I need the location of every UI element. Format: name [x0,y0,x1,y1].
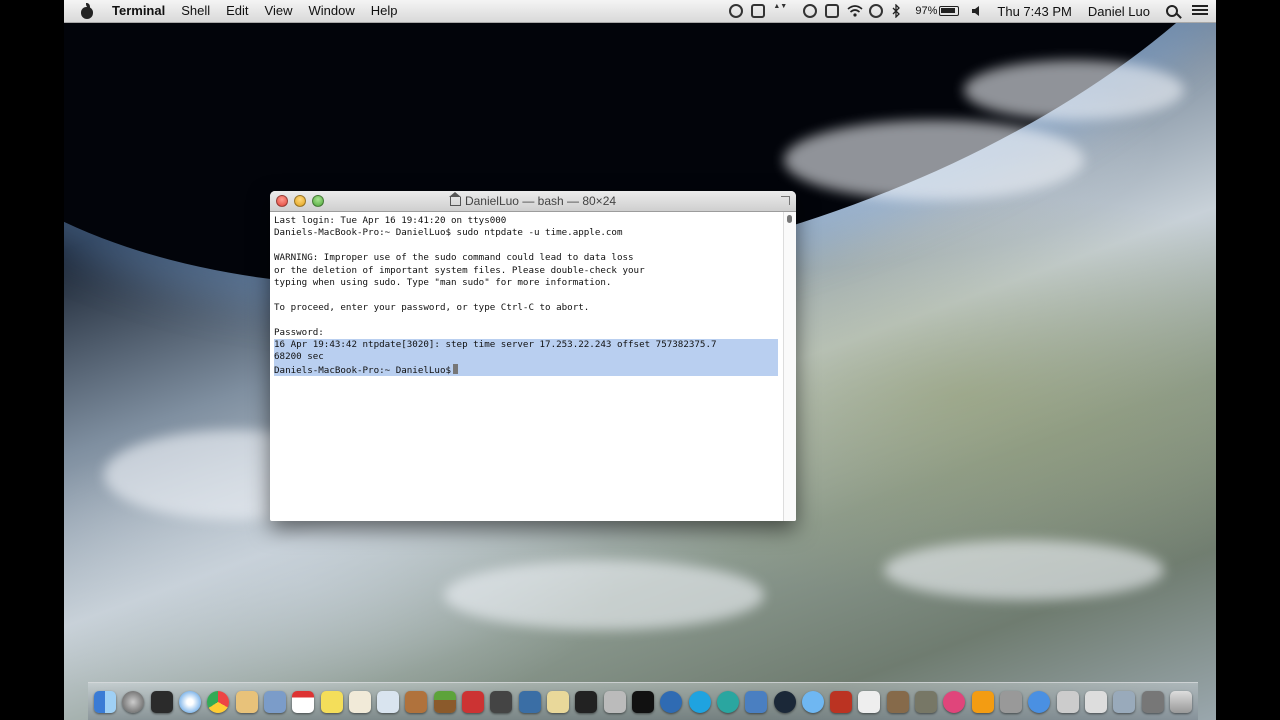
battery-percent: 97% [915,5,938,17]
disk-icon[interactable] [1056,690,1079,713]
cloud [884,540,1164,600]
wifi-icon[interactable] [847,4,863,18]
1password-icon[interactable] [803,4,818,18]
system-icon[interactable] [603,690,626,713]
textedit-icon[interactable] [348,690,371,713]
finder-icon[interactable] [94,690,116,713]
apple-menu-icon[interactable] [80,2,94,19]
launchpad-icon[interactable] [122,690,145,713]
text-cursor [453,363,459,374]
book-icon[interactable] [830,690,853,713]
battery-icon[interactable] [939,6,960,16]
record-icon[interactable] [729,4,744,18]
notes-icon[interactable] [235,690,258,713]
menu-clock[interactable]: Thu 7:43 PM [989,4,1079,19]
terminal-line: Password: [274,326,324,338]
terminal-line: Daniels-MacBook-Pro:~ DanielLuo$ sudo nt… [274,227,623,239]
cloud [964,60,1184,120]
terminal-output[interactable]: Last login: Tue Apr 16 19:41:20 on ttys0… [274,215,782,377]
minimize-window-button[interactable] [294,195,306,207]
safari-icon[interactable] [178,690,201,713]
sync-icon[interactable] [716,690,739,713]
desktop: Terminal Shell Edit View Window Help ▲▼ … [64,0,1216,720]
ibooks-icon[interactable] [971,690,994,713]
menu-edit[interactable]: Edit [218,0,256,22]
dock [88,682,1198,720]
gimp-icon[interactable] [915,690,938,713]
menu-bar: Terminal Shell Edit View Window Help ▲▼ … [64,0,1216,23]
terminal-icon[interactable] [631,690,654,713]
chrome-icon[interactable] [207,690,230,713]
time-machine-icon[interactable] [869,4,884,18]
terminal-line: Last login: Tue Apr 16 19:41:20 on ttys0… [274,215,507,226]
app-menu[interactable]: Terminal [104,0,173,22]
user-menu[interactable]: Daniel Luo [1080,4,1158,19]
terminal-line: or the deletion of important system file… [274,264,645,276]
evernote-icon[interactable] [751,4,766,18]
menu-help[interactable]: Help [363,0,406,22]
status-area: ▲▼ 97% Thu 7:43 PM Daniel Luo [725,0,1216,22]
xcode-icon[interactable] [518,690,541,713]
stickies-icon[interactable] [320,690,343,713]
network-icon[interactable] [1000,690,1022,713]
spotlight-search-icon[interactable] [1166,5,1178,17]
trash-icon[interactable] [1169,690,1192,713]
notification-center-icon[interactable] [1192,5,1208,17]
zoom-window-button[interactable] [312,195,324,207]
calendar-icon[interactable] [292,690,315,713]
messages-icon[interactable] [801,690,824,713]
prompt-line: Daniels-MacBook-Pro:~ DanielLuo$ [274,363,778,377]
bluetooth-icon[interactable] [891,3,905,19]
downloads-icon[interactable] [1028,690,1051,713]
prompt-text: Daniels-MacBook-Pro:~ DanielLuo$ [274,364,452,376]
selected-line: 16 Apr 19:43:42 ntpdate[3020]: step time… [274,338,778,352]
photo-booth-icon[interactable] [462,690,485,713]
terminal-line: To proceed, enter your password, or type… [274,301,590,313]
skype-icon[interactable] [688,690,711,713]
airplay-icon[interactable] [825,4,840,18]
itunes-icon[interactable] [943,690,966,713]
minecraft-icon[interactable] [433,690,456,713]
close-window-button[interactable] [276,195,288,207]
pages-icon[interactable] [377,690,400,713]
terminal-window[interactable]: DanielLuo — bash — 80×24 Last login: Tue… [270,191,796,521]
preview-icon[interactable] [263,690,286,713]
photos-icon[interactable] [886,690,909,713]
text-icon[interactable] [858,690,881,713]
cloud [784,120,1084,200]
animal-icon[interactable] [575,690,598,713]
terminal-line: typing when using sudo. Type "man sudo" … [274,276,612,288]
scroll-thumb[interactable] [787,215,792,223]
window-titlebar[interactable]: DanielLuo — bash — 80×24 [270,191,796,212]
drive-icon[interactable] [1084,690,1107,713]
usb-icon[interactable] [1113,690,1136,713]
guitar-icon[interactable] [405,690,428,713]
window-title: DanielLuo — bash — 80×24 [464,194,617,208]
camera-icon[interactable] [490,690,513,713]
menu-window[interactable]: Window [301,0,363,22]
network-stats-icon[interactable]: ▲▼ [773,3,795,19]
cable-icon[interactable] [1141,690,1164,713]
menu-shell[interactable]: Shell [173,0,218,22]
cloud [444,560,764,630]
volume-icon[interactable] [971,4,985,18]
home-folder-icon [448,192,461,206]
terminal-line: WARNING: Improper use of the sudo comman… [274,252,634,264]
menu-view[interactable]: View [257,0,301,22]
virtualbox-icon[interactable] [745,690,768,713]
selected-line: 68200 sec [274,351,778,364]
vertical-scrollbar[interactable] [783,212,796,521]
quicktime-icon[interactable] [660,690,683,713]
steam-icon[interactable] [773,690,796,713]
fullscreen-icon[interactable] [781,196,790,205]
cyberduck-icon[interactable] [547,690,569,713]
terminal-body[interactable]: Last login: Tue Apr 16 19:41:20 on ttys0… [270,212,796,521]
mission-control-icon[interactable] [150,690,173,713]
